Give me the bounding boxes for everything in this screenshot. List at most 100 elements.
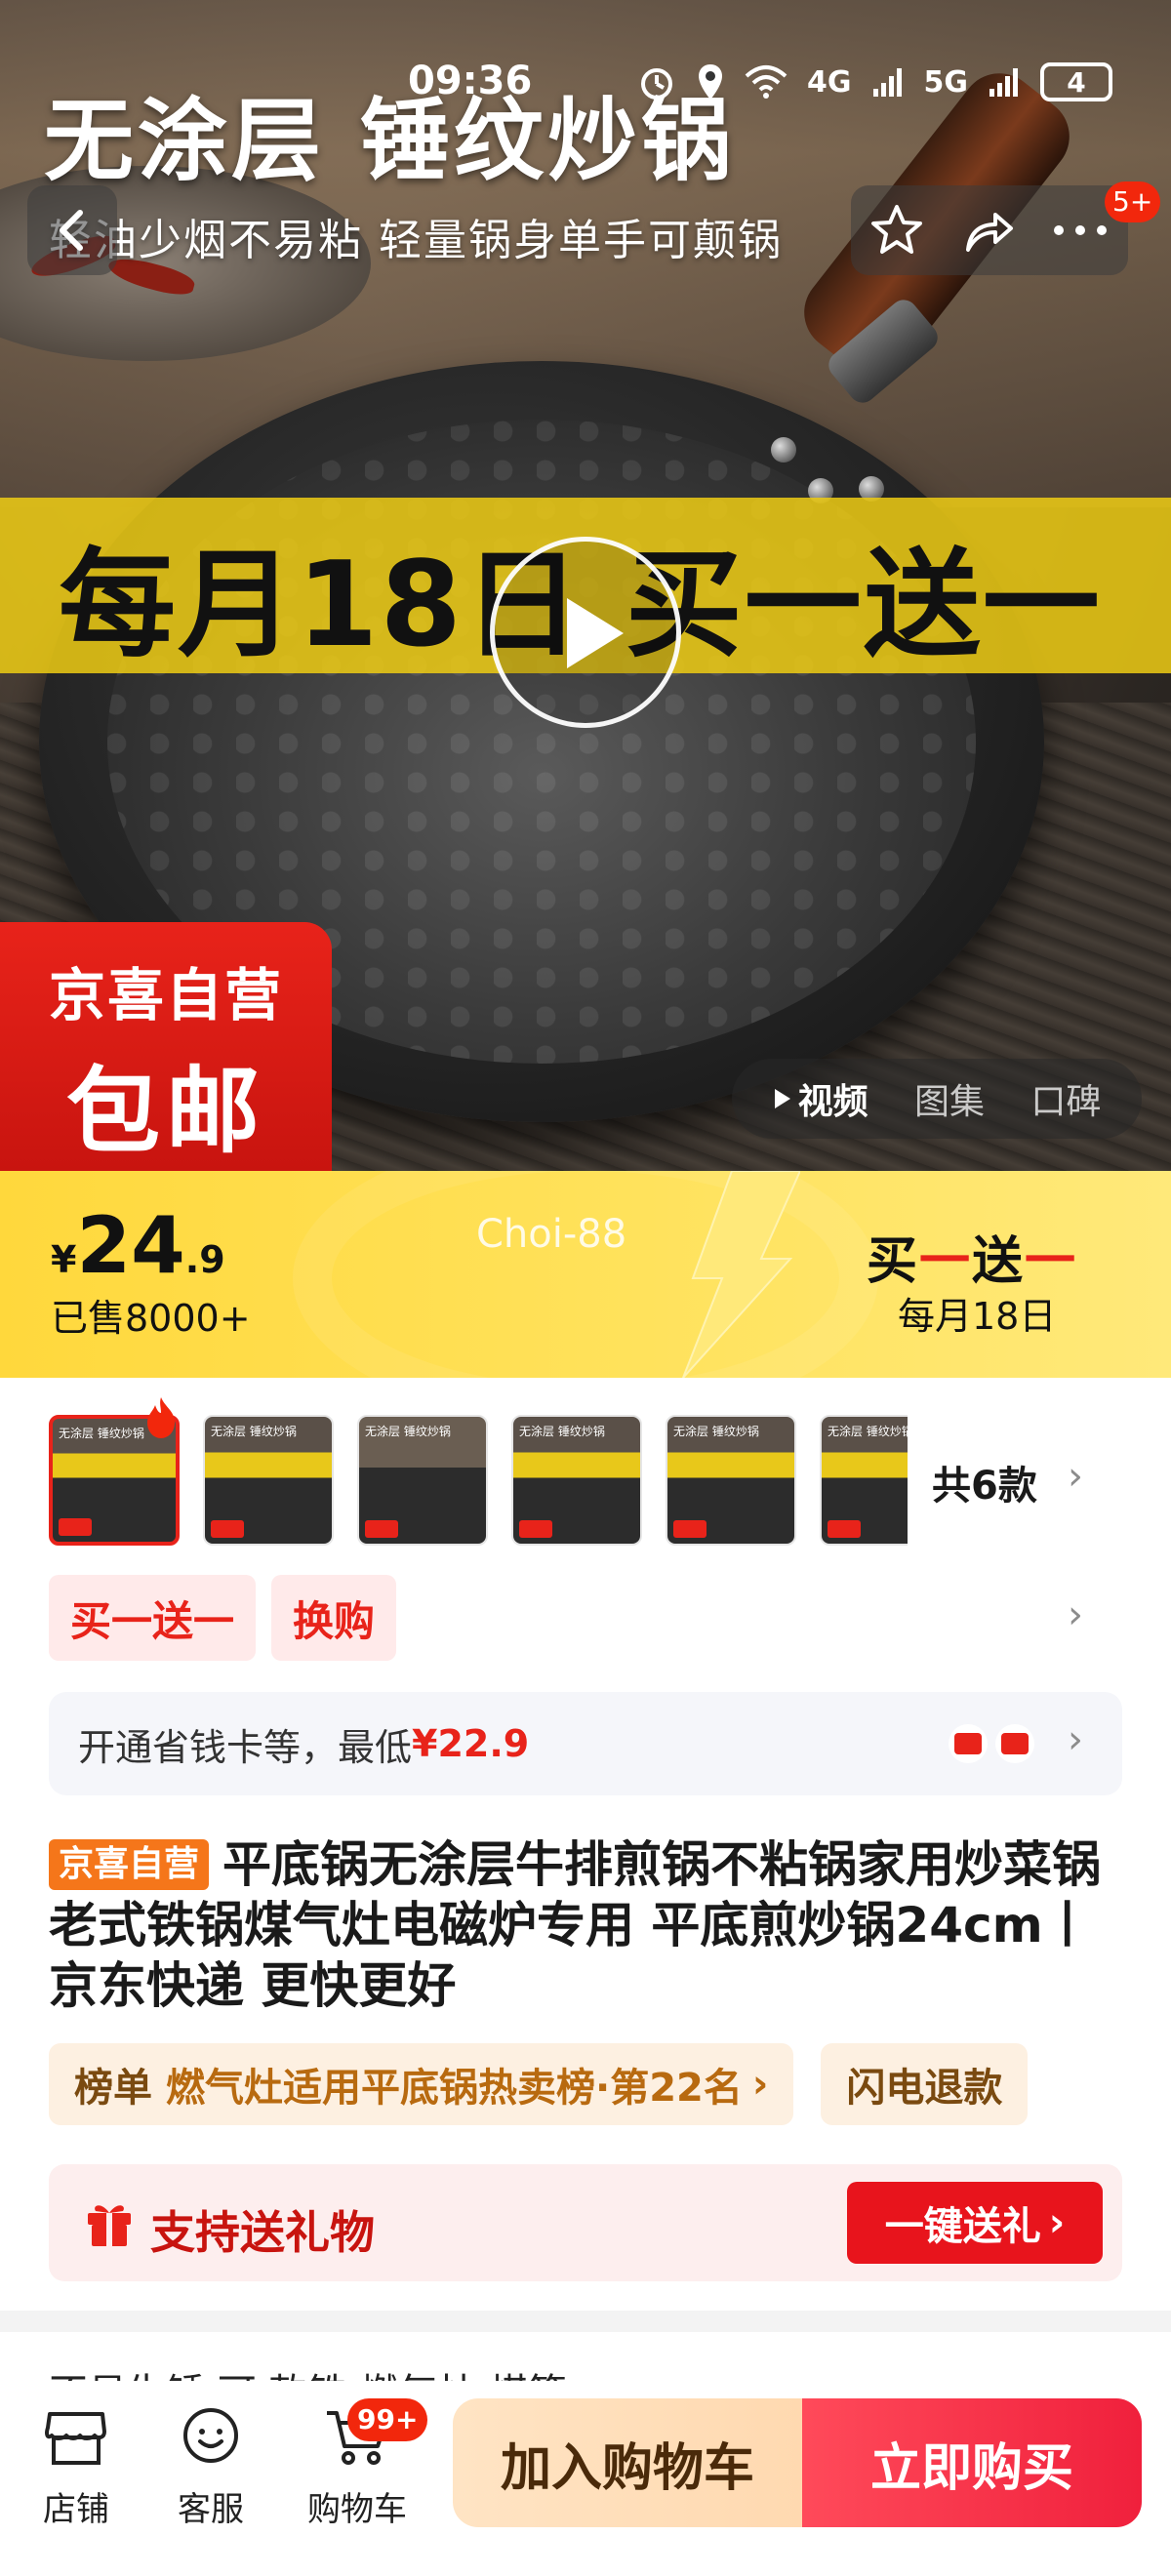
play-small-icon [774,1089,790,1108]
flash-refund-chip[interactable]: 闪电退款 [821,2043,1029,2125]
variant-thumbnail[interactable]: 无涂层 锤纹炒锅 [203,1415,334,1546]
thumb-title: 无涂层 锤纹炒锅 [673,1425,759,1438]
chevron-right-icon[interactable]: › [1068,1454,1083,1499]
share-icon[interactable] [960,203,1015,258]
tab-gallery-label: 图集 [913,1082,985,1122]
variant-count-label[interactable]: 共6款 [932,1454,1037,1510]
product-title: 京喜自营 平底锅无涂层牛排煎锅不粘锅家用炒菜锅老式铁锅煤气灶电磁炉专用 平底煎炒锅… [49,1834,1122,2016]
variant-thumbnail[interactable]: 无涂层 锤纹炒锅 [357,1415,488,1546]
variant-thumbnail[interactable]: 无涂层 锤纹炒锅 [820,1415,908,1546]
send-gift-label: 一键送礼 [884,2204,1041,2249]
price-currency: ¥ [51,1238,77,1281]
network-5g-label: 5G [923,64,969,100]
price: ¥24.9 [51,1200,225,1291]
savings-card-text: 开通省钱卡等，最低 [78,1725,413,1769]
video-play-button[interactable] [490,537,681,728]
store-tag: 京喜自营 [49,1839,210,1890]
badge-line-1: 京喜自营 [48,962,283,1028]
rank-chip-row: 榜单 燃气灶适用平底锅热卖榜·第22名 › 闪电退款 [49,2043,1029,2125]
variant-thumbnail[interactable]: 无涂层 锤纹炒锅 [511,1415,642,1546]
status-bar: 09:36 4G 5G 4 [0,59,1171,113]
battery-icon: 4 [1040,62,1112,101]
store-label: 店铺 [43,2490,109,2529]
thumb-title: 无涂层 锤纹炒锅 [211,1425,297,1438]
wifi-icon [745,65,787,99]
back-button[interactable] [27,185,117,275]
message-count-badge: 5+ [1105,181,1161,222]
add-to-cart-button[interactable]: 加入购物车 [453,2398,802,2527]
price-band: ¥24.9 已售8000+ Choi-88 买一送一 每月18日 [0,1171,1171,1378]
tab-reviews[interactable]: 口碑 [1030,1073,1101,1124]
ranking-text: 燃气灶适用平底锅热卖榜·第22名 [166,2066,743,2111]
hero-subtitle: 轻油少烟不易粘 轻量锅身单手可颠锅 [49,216,783,265]
flash-refund-label: 闪电退款 [846,2066,1003,2111]
play-icon [567,598,624,668]
location-icon [699,64,722,100]
badge-line-2: 包邮 [66,1057,265,1166]
customer-service-button[interactable]: 客服 [152,2398,269,2530]
watermark-text: Choi-88 [476,1212,627,1257]
thumb-title: 无涂层 锤纹炒锅 [828,1425,908,1438]
promo-tag-row: 买一送一 换购 [49,1575,397,1661]
card-icon [995,1724,1034,1763]
more-icon[interactable] [1051,221,1110,240]
status-time: 09:36 [408,59,533,103]
bogo-label: 买一送一 [867,1220,1077,1293]
thumb-tag [59,1518,92,1536]
gift-icon [88,2205,131,2246]
chevron-right-icon[interactable]: › [1068,1592,1083,1637]
promo-tag-exchange[interactable]: 换购 [271,1575,397,1661]
battery-level: 4 [1067,65,1086,99]
signal-icon [989,68,1018,97]
tab-video-label: 视频 [797,1082,868,1122]
buy-now-button[interactable]: 立即购买 [802,2398,1142,2527]
cart-label: 购物车 [307,2490,407,2529]
gift-banner: 支持送礼物 一键送礼 › [49,2164,1122,2281]
cart-count-badge: 99+ [347,2398,428,2441]
status-icons: 4G 5G 4 [637,62,1112,101]
chat-smile-icon [183,2408,238,2463]
lightning-icon [682,1171,800,1378]
section-divider [0,2311,1171,2332]
alarm-icon [641,68,672,100]
thumb-title: 无涂层 锤纹炒锅 [365,1425,451,1438]
chevron-right-icon: › [1048,2200,1066,2245]
chevron-right-icon: › [751,2062,769,2107]
bogo-date: 每月18日 [898,1295,1057,1338]
price-decimal: .9 [184,1238,225,1281]
variant-thumbnail[interactable]: 无涂层 锤纹炒锅 [666,1415,796,1546]
media-tab-switcher: 视频 图集 口碑 [732,1059,1142,1139]
signal-icon [872,68,902,97]
thumb-title: 无涂层 锤纹炒锅 [59,1427,144,1440]
price-integer: 24 [76,1200,185,1291]
bogo-word-2: 一 [919,1232,973,1291]
thumb-tag [828,1520,861,1538]
chevron-left-icon [60,210,83,251]
customer-service-label: 客服 [178,2490,244,2529]
thumb-tag [211,1520,244,1538]
send-gift-button[interactable]: 一键送礼 › [847,2182,1103,2264]
thumb-title: 无涂层 锤纹炒锅 [519,1425,605,1438]
jingxi-free-shipping-badge: 京喜自营 包邮 [0,922,332,1171]
product-hero-image[interactable]: 无涂层 锤纹炒锅 轻油少烟不易粘 轻量锅身单手可颠锅 每月18日 买一送一 京喜… [0,0,1171,1171]
tab-gallery[interactable]: 图集 [914,1073,985,1124]
product-detail-page: 无涂层 锤纹炒锅 轻油少烟不易粘 轻量锅身单手可颠锅 每月18日 买一送一 京喜… [0,0,1171,2576]
thumb-tag [673,1520,707,1538]
nav-action-group [851,185,1128,275]
pan-rivet [771,437,796,463]
gift-text: 支持送礼物 [150,2206,375,2259]
star-icon[interactable] [869,203,924,258]
coupon-icon [949,1724,988,1763]
thumb-tag [365,1520,398,1538]
bogo-word-1: 买 [867,1232,920,1291]
thumb-tag [519,1520,552,1538]
ranking-chip[interactable]: 榜单 燃气灶适用平底锅热卖榜·第22名 › [49,2043,794,2125]
network-4g-label: 4G [807,64,852,100]
savings-card-price: ¥22.9 [412,1722,530,1765]
tab-video[interactable]: 视频 [773,1073,868,1124]
promo-tag-bogo[interactable]: 买一送一 [49,1575,257,1661]
bogo-word-4: 一 [1025,1232,1078,1291]
store-button[interactable]: 店铺 [18,2398,135,2530]
tab-reviews-label: 口碑 [1030,1082,1102,1122]
chevron-right-icon[interactable]: › [1068,1717,1083,1762]
